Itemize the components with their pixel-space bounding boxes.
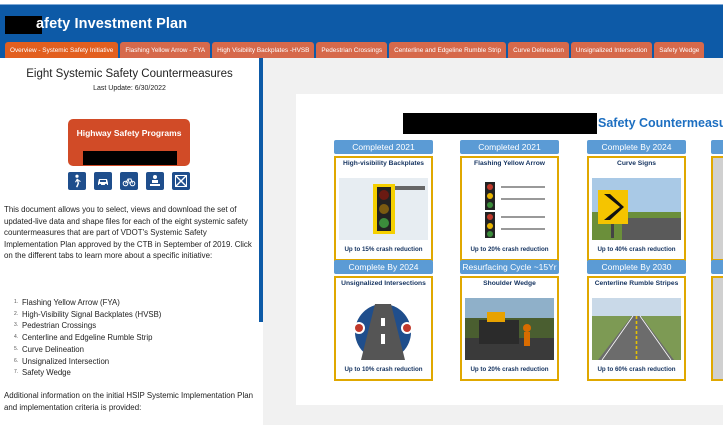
redacted-block — [403, 113, 597, 134]
status-badge: Completed 2021 — [460, 140, 559, 154]
countermeasure-card[interactable]: Resurfacing Cycle ~15Yr Shoulder Wedge U… — [460, 260, 559, 381]
tab-rumble-strip[interactable]: Centerline and Edgeline Rumble Strip — [389, 42, 507, 58]
rumble-stripes-image — [592, 298, 681, 360]
countermeasure-card[interactable]: Completed 2021 Flashing Yellow Arrow Up … — [460, 140, 559, 261]
card-panel: Flashing Yellow Arrow Up to 20% crash re… — [460, 156, 559, 261]
driver-icon — [146, 172, 164, 190]
card-panel: Unsignalized Intersections Up to 10% cra… — [334, 276, 433, 381]
overview-panel: Eight Systemic Safety Countermeasures La… — [0, 58, 259, 425]
card-title: Flashing Yellow Arrow — [474, 160, 545, 167]
status-badge: Complete By 2024 — [587, 140, 686, 154]
tab-overview[interactable]: Overview - Systemic Safety Initiative — [5, 42, 119, 58]
list-item: 3. Pedestrian Crossings — [14, 321, 97, 331]
crash-reduction-text: Up to 20% crash reduction — [470, 366, 549, 373]
card-panel: Curve Signs Up to 40% crash reduction — [587, 156, 686, 261]
card-title: Curve Signs — [616, 160, 657, 167]
card-panel: High-visibility Backplates Up to 15% cra… — [334, 156, 433, 261]
curve-sign-image — [592, 178, 681, 240]
shoulder-wedge-image — [465, 298, 554, 360]
intersection-icon — [172, 172, 190, 190]
bicycle-icon — [120, 172, 138, 190]
initiative-list: 1. Flashing Yellow Arrow (FYA) 2. High-Vis… — [4, 297, 256, 379]
last-update: Last Update: 6/30/2022 — [93, 85, 166, 92]
unsignalized-intersection-image — [339, 298, 428, 360]
card-panel: Centerline Rumble Stripes Up to 60% cras… — [587, 276, 686, 381]
crash-reduction-text: Up to 40% crash reduction — [597, 246, 676, 253]
countermeasure-card[interactable]: Complete By 2024 Unsignalized Intersecti… — [334, 260, 433, 381]
list-item: 1. Flashing Yellow Arrow (FYA) — [14, 298, 120, 307]
hsp-logo: Highway Safety Programs — [68, 119, 190, 166]
tab-pedestrian-crossings[interactable]: Pedestrian Crossings — [316, 42, 388, 58]
list-item: 4. Centerline and Edgeline Rumble Strip — [14, 333, 153, 343]
countermeasure-card[interactable]: Complete By 2030 Centerline Rumble Strip… — [587, 260, 686, 381]
countermeasure-card[interactable]: Complete By 2024 Curve Signs Up to 40% c… — [587, 140, 686, 261]
pedestrian-icon — [68, 172, 86, 190]
tab-unsignalized-intersection[interactable]: Unsignalized Intersection — [570, 42, 653, 58]
countermeasure-card[interactable]: Completed 2021 High-visibility Backplate… — [334, 140, 433, 261]
hsp-logo-title: Highway Safety Programs — [76, 128, 182, 138]
list-item: 6. Unsignalized Intersection — [14, 356, 110, 366]
card-title: Unsignalized Intersections — [341, 280, 426, 287]
status-badge: Completed 2021 — [334, 140, 433, 154]
tab-safety-wedge[interactable]: Safety Wedge — [654, 42, 705, 58]
list-item: 2. High-Visibility Signal Backplates (HVS… — [14, 309, 162, 319]
card-overflow — [711, 260, 723, 381]
list-item: 7. Safety Wedge — [14, 368, 71, 378]
tab-bar: Overview - Systemic Safety Initiative Fl… — [0, 42, 723, 58]
infographic-title: Safety Countermeasu — [598, 116, 723, 130]
crash-reduction-text: Up to 60% crash reduction — [597, 366, 676, 373]
crash-reduction-text: Up to 10% crash reduction — [344, 366, 423, 373]
tab-curve-delineation[interactable]: Curve Delineation — [508, 42, 569, 58]
tab-high-visibility-backplates[interactable]: High Visibility Backplates -HVSB — [212, 42, 315, 58]
list-item: 5. Curve Delineation — [14, 344, 84, 354]
flashing-yellow-arrow-image — [465, 178, 554, 240]
panel-title: Eight Systemic Safety Countermeasures — [26, 68, 233, 80]
status-badge: Resurfacing Cycle ~15Yr — [460, 260, 559, 274]
app-window: afety Investment Plan Overview - Systemi… — [0, 0, 723, 425]
car-icon — [94, 172, 112, 190]
card-panel: Shoulder Wedge Up to 20% crash reduction — [460, 276, 559, 381]
card-overflow — [711, 140, 723, 261]
traffic-signal-image — [339, 178, 428, 240]
card-title: High-visibility Backplates — [342, 160, 425, 167]
status-badge: Complete By 2030 — [587, 260, 686, 274]
mode-icon-row — [68, 172, 190, 192]
description-text: This document allows you to select, view… — [4, 205, 252, 261]
app-title: afety Investment Plan — [36, 16, 188, 32]
card-title: Shoulder Wedge — [483, 280, 536, 287]
additional-info-text: Additional information on the initial HS… — [4, 391, 253, 412]
crash-reduction-text: Up to 15% crash reduction — [344, 246, 423, 253]
card-title: Centerline Rumble Stripes — [594, 280, 679, 287]
app-header: afety Investment Plan — [0, 4, 723, 42]
crash-reduction-text: Up to 20% crash reduction — [470, 246, 549, 253]
tab-flashing-yellow-arrow[interactable]: Flashing Yellow Arrow - FYA — [120, 42, 211, 58]
redacted-block — [83, 151, 177, 165]
status-badge: Complete By 2024 — [334, 260, 433, 274]
